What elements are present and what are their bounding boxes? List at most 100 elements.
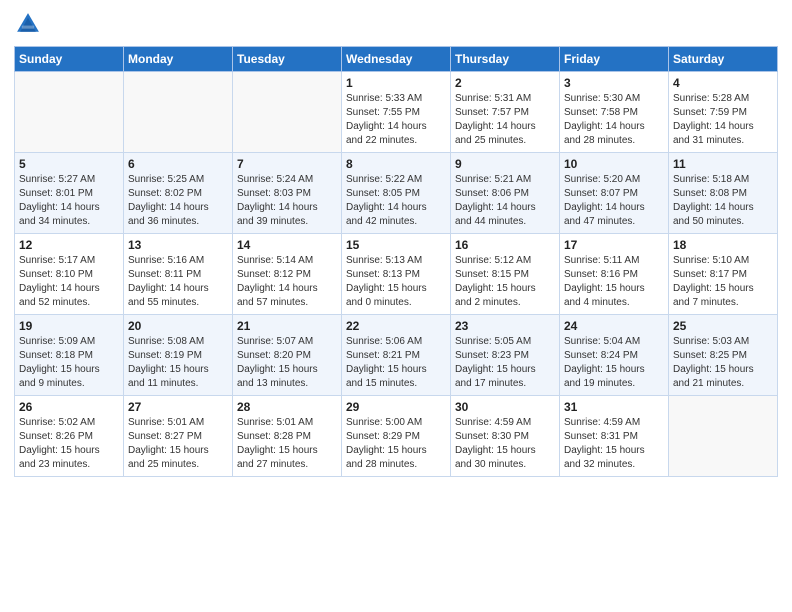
calendar-cell: 29 Sunrise: 5:00 AM Sunset: 8:29 PM Dayli… [342,396,451,477]
day-info: Sunrise: 5:03 AM Sunset: 8:25 PM Dayligh… [673,335,773,391]
calendar-table: SundayMondayTuesdayWednesdayThursdayFrid… [14,46,778,477]
calendar-cell: 9 Sunrise: 5:21 AM Sunset: 8:06 PM Daylig… [451,153,560,234]
calendar-week-1: 1 Sunrise: 5:33 AM Sunset: 7:55 PM Daylig… [15,72,778,153]
day-info: Sunrise: 5:33 AM Sunset: 7:55 PM Dayligh… [346,92,446,148]
calendar-cell: 3 Sunrise: 5:30 AM Sunset: 7:58 PM Daylig… [560,72,669,153]
day-info: Sunrise: 5:06 AM Sunset: 8:21 PM Dayligh… [346,335,446,391]
day-number: 14 [237,238,337,252]
day-number: 7 [237,157,337,171]
calendar-cell: 22Sunrise: 5:06 AM Sunset: 8:21 PM Dayli… [342,315,451,396]
calendar-cell: 6Sunrise: 5:25 AM Sunset: 8:02 PM Daylig… [124,153,233,234]
calendar-cell [15,72,124,153]
day-number: 17 [564,238,664,252]
calendar-cell: 19 Sunrise: 5:09 AM Sunset: 8:18 PM Dayli… [15,315,124,396]
calendar-cell: 5 Sunrise: 5:27 AM Sunset: 8:01 PM Daylig… [15,153,124,234]
day-number: 31 [564,400,664,414]
page: SundayMondayTuesdayWednesdayThursdayFrid… [0,0,792,612]
day-info: Sunrise: 5:17 AM Sunset: 8:10 PM Dayligh… [19,254,119,310]
calendar-cell: 8Sunrise: 5:22 AM Sunset: 8:05 PM Daylig… [342,153,451,234]
calendar-cell: 11 Sunrise: 5:18 AM Sunset: 8:08 PM Dayli… [669,153,778,234]
day-number: 28 [237,400,337,414]
day-number: 26 [19,400,119,414]
day-number: 3 [564,76,664,90]
calendar-cell: 14 Sunrise: 5:14 AM Sunset: 8:12 PM Dayli… [233,234,342,315]
day-info: Sunrise: 5:28 AM Sunset: 7:59 PM Dayligh… [673,92,773,148]
day-number: 24 [564,319,664,333]
day-number: 19 [19,319,119,333]
logo [14,10,46,38]
calendar-cell: 26 Sunrise: 5:02 AM Sunset: 8:26 PM Dayli… [15,396,124,477]
calendar-cell: 30 Sunrise: 4:59 AM Sunset: 8:30 PM Dayli… [451,396,560,477]
calendar-cell: 25 Sunrise: 5:03 AM Sunset: 8:25 PM Dayli… [669,315,778,396]
day-info: Sunrise: 5:07 AM Sunset: 8:20 PM Dayligh… [237,335,337,391]
day-number: 13 [128,238,228,252]
weekday-header-friday: Friday [560,47,669,72]
calendar-cell: 7 Sunrise: 5:24 AM Sunset: 8:03 PM Daylig… [233,153,342,234]
calendar-cell: 17Sunrise: 5:11 AM Sunset: 8:16 PM Dayli… [560,234,669,315]
logo-icon [14,10,42,38]
calendar-week-4: 19 Sunrise: 5:09 AM Sunset: 8:18 PM Dayli… [15,315,778,396]
day-number: 16 [455,238,555,252]
weekday-header-monday: Monday [124,47,233,72]
weekday-header-wednesday: Wednesday [342,47,451,72]
day-number: 1 [346,76,446,90]
calendar-cell: 21 Sunrise: 5:07 AM Sunset: 8:20 PM Dayli… [233,315,342,396]
day-number: 15 [346,238,446,252]
day-info: Sunrise: 5:31 AM Sunset: 7:57 PM Dayligh… [455,92,555,148]
calendar-cell: 24Sunrise: 5:04 AM Sunset: 8:24 PM Dayli… [560,315,669,396]
day-number: 18 [673,238,773,252]
weekday-header-saturday: Saturday [669,47,778,72]
calendar-cell: 27Sunrise: 5:01 AM Sunset: 8:27 PM Dayli… [124,396,233,477]
day-info: Sunrise: 5:24 AM Sunset: 8:03 PM Dayligh… [237,173,337,229]
day-info: Sunrise: 5:25 AM Sunset: 8:02 PM Dayligh… [128,173,228,229]
day-number: 20 [128,319,228,333]
calendar-cell: 28 Sunrise: 5:01 AM Sunset: 8:28 PM Dayli… [233,396,342,477]
day-number: 30 [455,400,555,414]
day-info: Sunrise: 5:13 AM Sunset: 8:13 PM Dayligh… [346,254,446,310]
day-number: 29 [346,400,446,414]
calendar-cell: 4 Sunrise: 5:28 AM Sunset: 7:59 PM Daylig… [669,72,778,153]
calendar-cell: 23 Sunrise: 5:05 AM Sunset: 8:23 PM Dayli… [451,315,560,396]
calendar-cell: 10Sunrise: 5:20 AM Sunset: 8:07 PM Dayli… [560,153,669,234]
day-info: Sunrise: 5:21 AM Sunset: 8:06 PM Dayligh… [455,173,555,229]
day-number: 4 [673,76,773,90]
day-info: Sunrise: 5:20 AM Sunset: 8:07 PM Dayligh… [564,173,664,229]
calendar-cell: 1 Sunrise: 5:33 AM Sunset: 7:55 PM Daylig… [342,72,451,153]
day-number: 23 [455,319,555,333]
day-info: Sunrise: 5:12 AM Sunset: 8:15 PM Dayligh… [455,254,555,310]
day-info: Sunrise: 5:14 AM Sunset: 8:12 PM Dayligh… [237,254,337,310]
weekday-header-thursday: Thursday [451,47,560,72]
day-number: 9 [455,157,555,171]
day-info: Sunrise: 5:30 AM Sunset: 7:58 PM Dayligh… [564,92,664,148]
day-info: Sunrise: 5:01 AM Sunset: 8:27 PM Dayligh… [128,416,228,472]
calendar-cell: 12Sunrise: 5:17 AM Sunset: 8:10 PM Dayli… [15,234,124,315]
day-number: 11 [673,157,773,171]
calendar-week-3: 12Sunrise: 5:17 AM Sunset: 8:10 PM Dayli… [15,234,778,315]
day-info: Sunrise: 5:16 AM Sunset: 8:11 PM Dayligh… [128,254,228,310]
day-info: Sunrise: 5:10 AM Sunset: 8:17 PM Dayligh… [673,254,773,310]
day-info: Sunrise: 5:02 AM Sunset: 8:26 PM Dayligh… [19,416,119,472]
day-info: Sunrise: 5:27 AM Sunset: 8:01 PM Dayligh… [19,173,119,229]
calendar-week-5: 26 Sunrise: 5:02 AM Sunset: 8:26 PM Dayli… [15,396,778,477]
weekday-header-sunday: Sunday [15,47,124,72]
calendar-cell: 15 Sunrise: 5:13 AM Sunset: 8:13 PM Dayli… [342,234,451,315]
day-number: 25 [673,319,773,333]
calendar-cell [233,72,342,153]
day-info: Sunrise: 5:05 AM Sunset: 8:23 PM Dayligh… [455,335,555,391]
calendar-cell: 2Sunrise: 5:31 AM Sunset: 7:57 PM Daylig… [451,72,560,153]
calendar-week-2: 5 Sunrise: 5:27 AM Sunset: 8:01 PM Daylig… [15,153,778,234]
day-info: Sunrise: 5:09 AM Sunset: 8:18 PM Dayligh… [19,335,119,391]
day-info: Sunrise: 5:18 AM Sunset: 8:08 PM Dayligh… [673,173,773,229]
calendar-cell [124,72,233,153]
calendar-cell [669,396,778,477]
day-number: 5 [19,157,119,171]
calendar-cell: 16 Sunrise: 5:12 AM Sunset: 8:15 PM Dayli… [451,234,560,315]
day-info: Sunrise: 5:00 AM Sunset: 8:29 PM Dayligh… [346,416,446,472]
weekday-header-tuesday: Tuesday [233,47,342,72]
day-number: 21 [237,319,337,333]
header [14,10,778,38]
day-number: 8 [346,157,446,171]
day-info: Sunrise: 5:01 AM Sunset: 8:28 PM Dayligh… [237,416,337,472]
day-info: Sunrise: 4:59 AM Sunset: 8:30 PM Dayligh… [455,416,555,472]
day-info: Sunrise: 5:08 AM Sunset: 8:19 PM Dayligh… [128,335,228,391]
